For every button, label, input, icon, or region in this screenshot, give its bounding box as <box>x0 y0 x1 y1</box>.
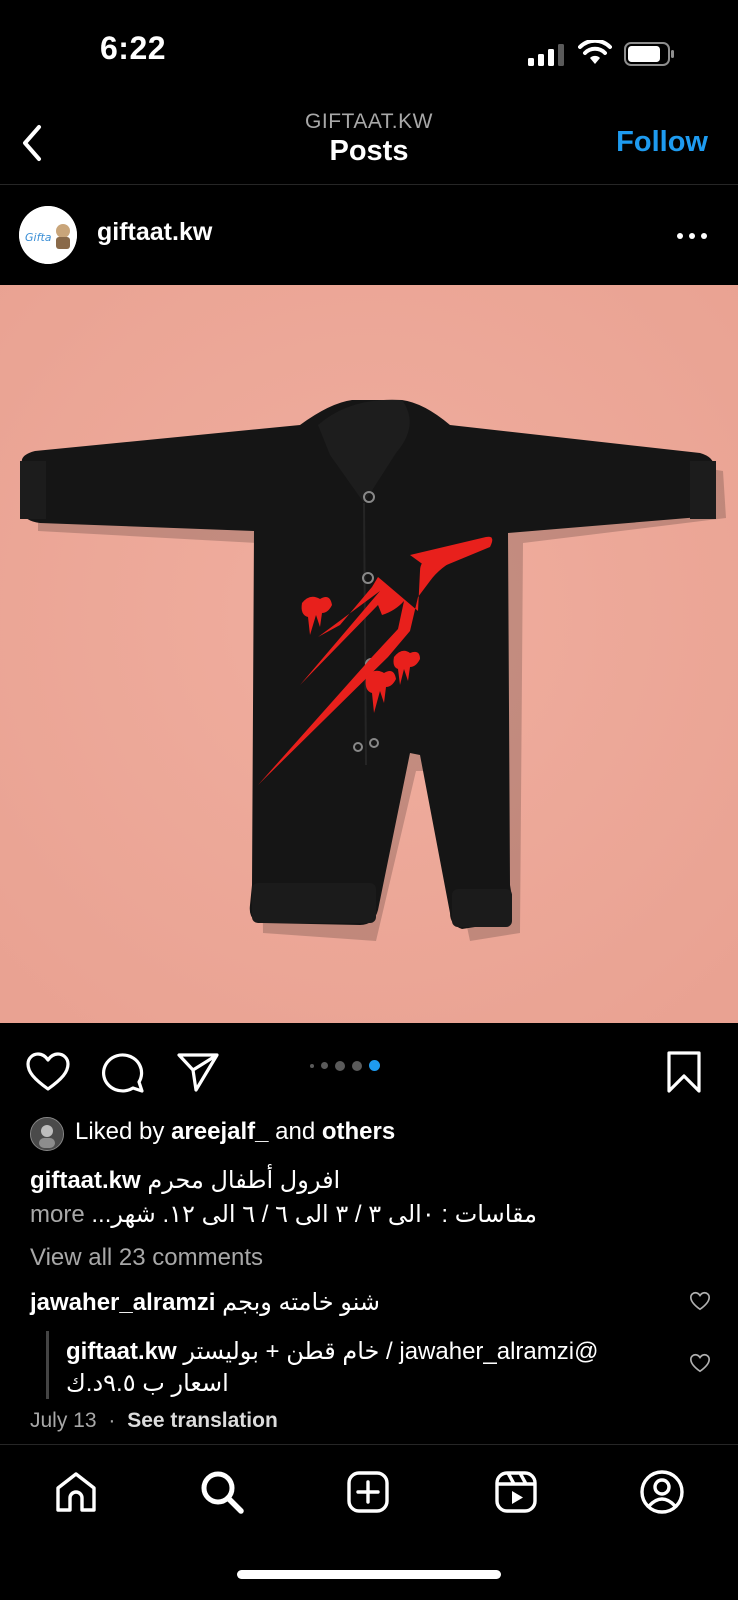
post-image[interactable] <box>0 285 738 1023</box>
share-send-icon[interactable] <box>174 1048 222 1096</box>
comment-bubble-icon[interactable] <box>99 1048 147 1096</box>
follow-button[interactable]: Follow <box>616 126 708 159</box>
search-icon[interactable] <box>198 1468 246 1516</box>
liker-avatar[interactable] <box>30 1117 64 1151</box>
liker-username[interactable]: areejalf_ <box>171 1118 268 1145</box>
carousel-dot-active <box>369 1060 380 1071</box>
post-date: July 13 · See translation <box>30 1409 278 1433</box>
reels-icon[interactable] <box>492 1468 540 1516</box>
reply-text-line1: @jawaher_alramzi / خام قطن + بوليستر <box>183 1338 599 1365</box>
home-indicator[interactable] <box>237 1570 501 1579</box>
carousel-dot <box>321 1062 328 1069</box>
caption-line2: more مقاسات : ٠الى ٣ / ٣ الى ٦ / ٦ الى ١… <box>30 1200 710 1229</box>
baby-romper-photo <box>0 285 738 1023</box>
status-time: 6:22 <box>100 30 167 66</box>
caption-text-line1: افرول أطفال محرم <box>147 1167 341 1194</box>
profile-icon[interactable] <box>638 1468 686 1516</box>
comment-username[interactable]: jawaher_alramzi <box>30 1289 215 1316</box>
bookmark-save-icon[interactable] <box>660 1048 708 1096</box>
nav-divider <box>0 1444 738 1445</box>
reply-like-heart-icon[interactable] <box>689 1352 711 1374</box>
reply-text-line2: اسعار ب ٩.٥د.ك <box>66 1370 229 1397</box>
like-heart-icon[interactable] <box>24 1048 72 1096</box>
post-username[interactable]: giftaat.kw <box>97 218 212 247</box>
comment: jawaher_alramzi شنو خامته وبجم <box>30 1288 670 1317</box>
header-divider <box>0 184 738 185</box>
post-date-text: July 13 <box>30 1409 97 1432</box>
svg-text:Gifta: Gifta <box>25 231 52 244</box>
caption: giftaat.kw افرول أطفال محرم <box>30 1166 710 1195</box>
carousel-indicator <box>310 1060 380 1071</box>
caption-text-line2: مقاسات : ٠الى ٣ / ٣ الى ٦ / ٦ الى ١٢. شه… <box>91 1201 538 1228</box>
carousel-dot <box>352 1060 362 1071</box>
reply-thread-line <box>46 1331 49 1399</box>
view-all-comments-link[interactable]: View all 23 comments <box>30 1244 263 1272</box>
cellular-signal-icon <box>528 44 564 66</box>
carousel-dot <box>310 1063 314 1068</box>
home-icon[interactable] <box>52 1468 100 1516</box>
likes-and: and <box>275 1118 316 1145</box>
see-translation-link[interactable]: See translation <box>127 1409 278 1432</box>
caption-username[interactable]: giftaat.kw <box>30 1167 141 1194</box>
date-separator: · <box>108 1409 116 1432</box>
create-post-icon[interactable] <box>344 1468 392 1516</box>
carousel-dot <box>335 1060 345 1071</box>
likes-summary[interactable]: Liked by areejalf_ and others <box>75 1118 395 1146</box>
battery-icon <box>624 42 674 66</box>
reply-line1: giftaat.kw @jawaher_alramzi / خام قطن + … <box>66 1336 666 1368</box>
comment-text: شنو خامته وبجم <box>222 1289 381 1316</box>
likes-others[interactable]: others <box>322 1118 395 1145</box>
more-options-icon[interactable] <box>670 218 714 254</box>
liker-avatar-image <box>31 1118 63 1150</box>
caption-more-link[interactable]: more <box>30 1201 85 1228</box>
profile-avatar[interactable]: Gifta <box>19 206 77 264</box>
brand-logo: Gifta <box>19 206 77 264</box>
wifi-icon <box>578 40 612 64</box>
reply-username[interactable]: giftaat.kw <box>66 1338 177 1365</box>
reply-comment: giftaat.kw @jawaher_alramzi / خام قطن + … <box>66 1336 666 1400</box>
likes-prefix: Liked by <box>75 1118 165 1145</box>
comment-like-heart-icon[interactable] <box>689 1290 711 1312</box>
